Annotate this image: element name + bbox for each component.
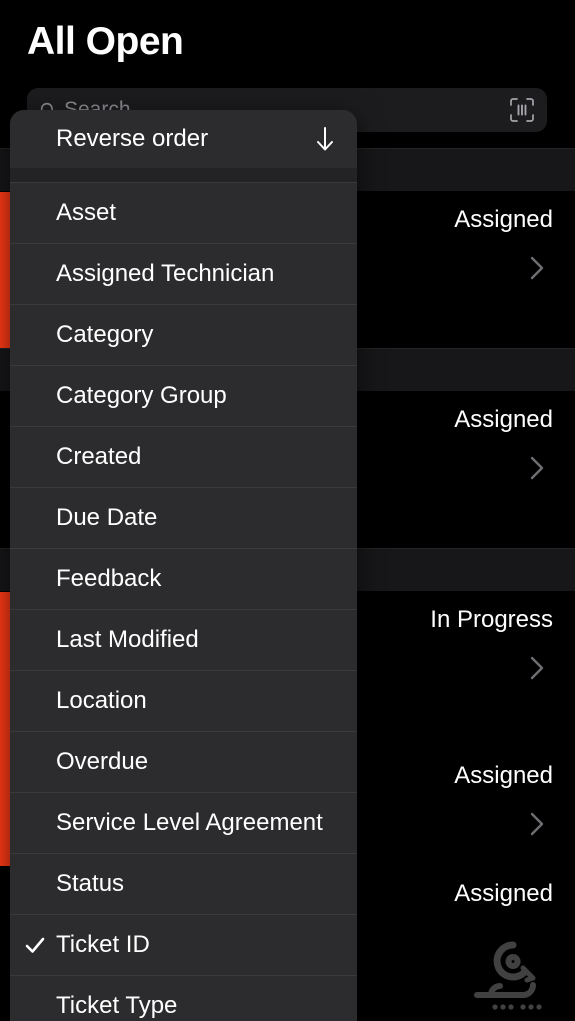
barcode-scan-icon[interactable] — [509, 97, 535, 123]
menu-separator — [10, 168, 357, 182]
menu-item-label: Status — [56, 870, 125, 897]
menu-item-label: Feedback — [56, 565, 162, 592]
status-badge: Assigned — [454, 880, 553, 907]
menu-item-created[interactable]: Created — [10, 426, 357, 487]
check-icon — [24, 934, 46, 956]
sort-dropdown-menu[interactable]: Reverse order Asset Assigned Technician — [10, 110, 357, 1021]
page-title: All Open — [27, 20, 184, 63]
menu-item-service-level-agreement[interactable]: Service Level Agreement — [10, 792, 357, 853]
menu-item-due-date[interactable]: Due Date — [10, 487, 357, 548]
status-badge: In Progress — [430, 606, 553, 633]
menu-item-label: Category Group — [56, 382, 227, 409]
status-badge: Assigned — [454, 206, 553, 233]
menu-item-label: Ticket ID — [56, 931, 150, 958]
menu-item-label: Asset — [56, 199, 117, 226]
menu-item-last-modified[interactable]: Last Modified — [10, 609, 357, 670]
menu-item-category[interactable]: Category — [10, 304, 357, 365]
menu-item-label: Created — [56, 443, 142, 470]
menu-item-label: Category — [56, 321, 154, 348]
menu-item-label: Overdue — [56, 748, 149, 775]
menu-item-category-group[interactable]: Category Group — [10, 365, 357, 426]
menu-item-ticket-id[interactable]: Ticket ID — [10, 914, 357, 975]
menu-item-location[interactable]: Location — [10, 670, 357, 731]
arrow-down-icon — [315, 125, 335, 153]
status-badge: Assigned — [454, 406, 553, 433]
chevron-right-icon[interactable] — [529, 455, 545, 481]
menu-item-label: Ticket Type — [56, 992, 178, 1019]
menu-item-label: Service Level Agreement — [56, 809, 323, 836]
chevron-right-icon[interactable] — [529, 255, 545, 281]
menu-item-feedback[interactable]: Feedback — [10, 548, 357, 609]
chevron-right-icon[interactable] — [529, 811, 545, 837]
menu-item-assigned-technician[interactable]: Assigned Technician — [10, 243, 357, 304]
menu-item-status[interactable]: Status — [10, 853, 357, 914]
menu-item-reverse-order[interactable]: Reverse order — [10, 110, 357, 168]
menu-item-overdue[interactable]: Overdue — [10, 731, 357, 792]
menu-item-label: Reverse order — [56, 125, 209, 152]
app-screen: All Open Search — [0, 0, 575, 1021]
status-badge: Assigned — [454, 762, 553, 789]
menu-item-label: Location — [56, 687, 147, 714]
menu-item-label: Due Date — [56, 504, 158, 531]
menu-item-asset[interactable]: Asset — [10, 182, 357, 243]
menu-item-ticket-type[interactable]: Ticket Type — [10, 975, 357, 1021]
menu-item-label: Assigned Technician — [56, 260, 275, 287]
chevron-right-icon[interactable] — [529, 655, 545, 681]
menu-item-label: Last Modified — [56, 626, 199, 653]
